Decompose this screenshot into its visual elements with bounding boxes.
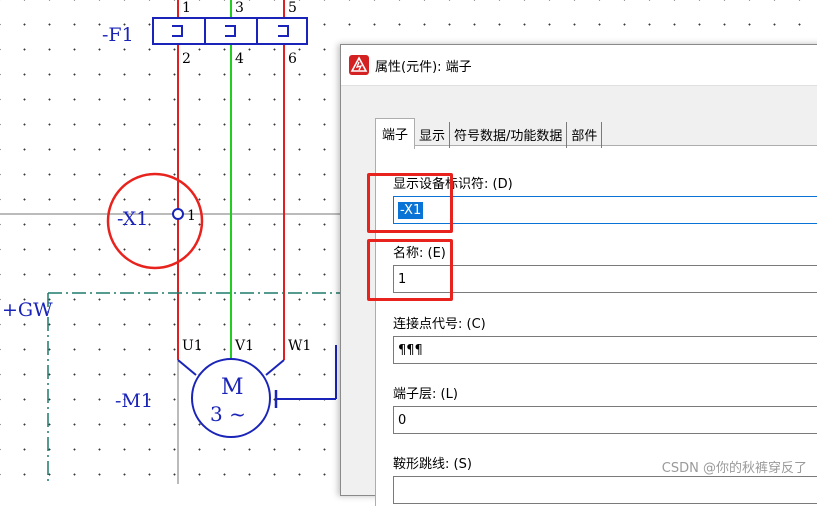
motor-label: -M1 xyxy=(115,390,153,412)
motor-phase: 3 ~ xyxy=(210,402,246,426)
highlight-name xyxy=(367,239,453,301)
fuse-pin-top-3: 3 xyxy=(235,0,244,16)
dialog-titlebar[interactable]: 属性(元件): 端子 xyxy=(341,45,817,86)
terminal-label: -X1 xyxy=(117,208,148,230)
terminal-level-label: 端子层: (L) xyxy=(393,387,458,402)
tab-symbol-function-data[interactable]: 符号数据/功能数据 xyxy=(450,122,568,148)
fuse-pin-bottom-4: 4 xyxy=(235,51,244,67)
fuse-block xyxy=(152,17,308,45)
fuse-pin-top-1: 1 xyxy=(182,0,191,16)
tab-parts[interactable]: 部件 xyxy=(567,122,603,148)
motor-letter: M xyxy=(221,375,244,400)
device-tag-field[interactable]: -X1 xyxy=(393,196,817,224)
tab-terminal[interactable]: 端子 xyxy=(375,118,416,149)
terminal-pin: 1 xyxy=(187,208,196,224)
connection-point-label: 连接点代号: (C) xyxy=(393,317,486,332)
properties-dialog[interactable]: 属性(元件): 端子 端子 显示 符号数据/功能数据 部件 显示设备标识符: (… xyxy=(340,44,817,506)
fuse-label: -F1 xyxy=(102,24,134,46)
motor-pin-v1: V1 xyxy=(234,338,254,354)
motor-pin-w1: W1 xyxy=(288,338,311,354)
dialog-title: 属性(元件): 端子 xyxy=(375,59,472,75)
watermark: CSDN @你的秋裤穿反了 xyxy=(661,461,807,476)
location-label: +GW xyxy=(2,299,53,321)
terminal-level-field[interactable]: 0 xyxy=(393,406,817,434)
motor-pin-u1: U1 xyxy=(182,338,203,354)
fuse-pin-bottom-2: 2 xyxy=(182,51,191,67)
connection-point-field[interactable]: ¶¶¶ xyxy=(393,336,817,364)
name-field[interactable]: 1 xyxy=(393,265,817,293)
eplan-app-icon xyxy=(349,55,369,75)
terminal-symbol xyxy=(172,208,184,220)
saddle-jumper-label: 鞍形跳线: (S) xyxy=(393,457,472,472)
highlight-device-tag xyxy=(367,173,453,233)
fuse-pin-top-5: 5 xyxy=(288,0,297,16)
tab-display[interactable]: 显示 xyxy=(415,122,451,148)
saddle-jumper-field[interactable] xyxy=(393,476,817,504)
tab-strip: 端子 显示 符号数据/功能数据 部件 xyxy=(375,117,603,149)
fuse-pin-bottom-6: 6 xyxy=(288,51,297,67)
